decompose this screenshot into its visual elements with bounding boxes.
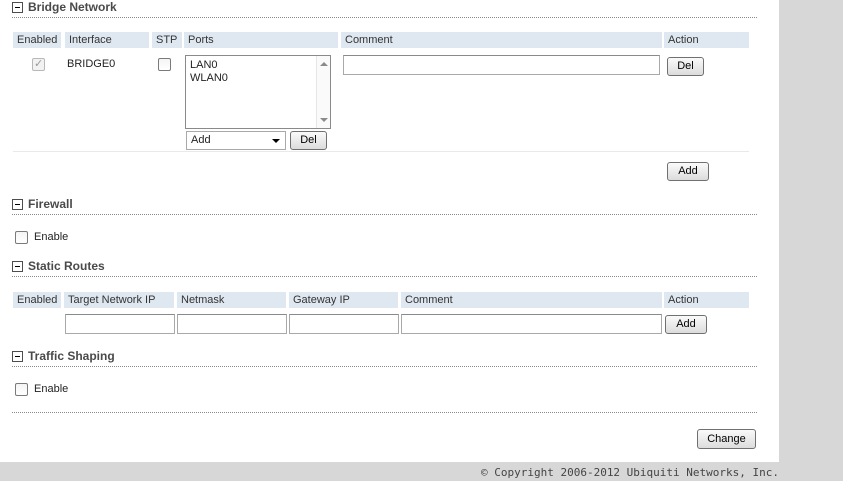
static-routes-header: Static Routes (12, 259, 757, 277)
port-select-value: Add (191, 134, 211, 146)
firewall-enable-checkbox[interactable] (15, 231, 28, 244)
col-enabled: Enabled (13, 32, 61, 48)
section-title: Firewall (28, 197, 73, 211)
listbox-scrollbar[interactable] (316, 56, 330, 128)
firewall-enable-label: Enable (34, 231, 69, 243)
col-stp: STP (152, 32, 182, 48)
section-title: Static Routes (28, 259, 105, 273)
collapse-icon[interactable] (12, 351, 23, 362)
change-button[interactable]: Change (697, 429, 756, 449)
col-interface: Interface (65, 32, 149, 48)
scroll-up-icon[interactable] (320, 62, 328, 66)
port-del-button[interactable]: Del (290, 131, 327, 150)
route-add-button[interactable]: Add (665, 315, 707, 334)
chevron-down-icon (272, 139, 280, 143)
col-comment: Comment (401, 292, 662, 308)
col-comment: Comment (341, 32, 662, 48)
gateway-ip-input[interactable] (289, 314, 399, 334)
port-item[interactable]: LAN0 (190, 59, 218, 71)
traffic-shaping-enable-checkbox[interactable] (15, 383, 28, 396)
col-target-network-ip: Target Network IP (64, 292, 174, 308)
port-add-select[interactable]: Add (186, 131, 286, 150)
bridge-comment-input[interactable] (343, 55, 660, 75)
bridge-del-button[interactable]: Del (667, 57, 704, 76)
row-divider (13, 151, 749, 152)
footer: © Copyright 2006-2012 Ubiquiti Networks,… (0, 462, 843, 481)
scroll-down-icon[interactable] (320, 118, 328, 122)
firewall-header: Firewall (12, 197, 757, 215)
divider (12, 412, 757, 413)
col-enabled: Enabled (13, 292, 61, 308)
copyright-text: © Copyright 2006-2012 Ubiquiti Networks,… (480, 466, 779, 479)
collapse-icon[interactable] (12, 199, 23, 210)
interface-name: BRIDGE0 (67, 58, 116, 70)
netmask-input[interactable] (177, 314, 287, 334)
section-title: Bridge Network (28, 0, 117, 14)
port-item[interactable]: WLAN0 (190, 72, 228, 84)
bridge-enabled-checkbox (32, 57, 45, 71)
traffic-shaping-enable-label: Enable (34, 383, 69, 395)
stp-checkbox[interactable] (158, 58, 171, 71)
route-comment-input[interactable] (401, 314, 662, 334)
section-title: Traffic Shaping (28, 349, 115, 363)
col-netmask: Netmask (177, 292, 286, 308)
col-action: Action (664, 292, 749, 308)
main-panel: Bridge Network Enabled Interface STP Por… (0, 0, 779, 462)
col-action: Action (664, 32, 749, 48)
col-ports: Ports (184, 32, 338, 48)
collapse-icon[interactable] (12, 2, 23, 13)
collapse-icon[interactable] (12, 261, 23, 272)
target-network-ip-input[interactable] (65, 314, 175, 334)
bridge-network-header: Bridge Network (12, 0, 757, 18)
bridge-add-button[interactable]: Add (667, 162, 709, 181)
col-gateway-ip: Gateway IP (289, 292, 398, 308)
traffic-shaping-header: Traffic Shaping (12, 349, 757, 367)
ports-listbox[interactable]: LAN0 WLAN0 (185, 55, 331, 129)
